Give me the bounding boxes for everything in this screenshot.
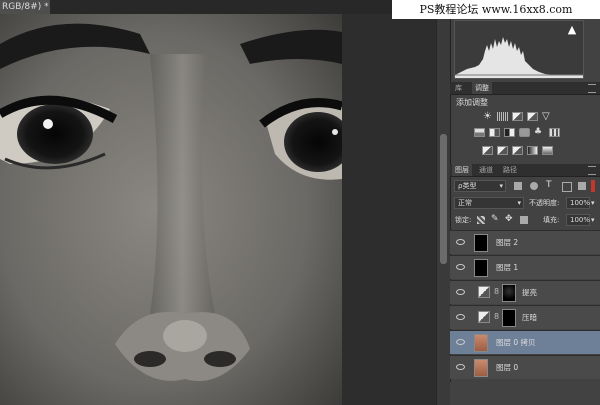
- curves-adjustment-icon: [478, 311, 490, 323]
- layer-name: 图层 2: [496, 238, 519, 247]
- invert-icon[interactable]: [482, 146, 493, 155]
- tab-adjustments[interactable]: 调整: [472, 82, 492, 94]
- threshold-icon[interactable]: [512, 146, 523, 155]
- hue-saturation-icon[interactable]: [474, 128, 485, 137]
- visibility-eye-icon[interactable]: [456, 239, 465, 245]
- layer-thumbnail: [474, 359, 488, 377]
- filter-shape-icon[interactable]: [562, 182, 572, 192]
- canvas[interactable]: [0, 14, 342, 405]
- black-white-icon[interactable]: [504, 128, 515, 137]
- fill-label: 填充:: [543, 216, 560, 224]
- chevron-down-icon: ▾: [517, 199, 521, 207]
- layer-name: 图层 0: [496, 363, 519, 372]
- filter-pixel-icon[interactable]: [514, 182, 522, 190]
- layer-thumbnail: [474, 259, 488, 277]
- face-photo: [0, 14, 342, 405]
- adjust-tab-row: 库 调整: [450, 82, 600, 95]
- photo-filter-icon[interactable]: [519, 128, 530, 137]
- brightness-icon[interactable]: ☀: [482, 112, 493, 122]
- tab-library[interactable]: 库: [452, 82, 465, 94]
- layer-mask-thumbnail[interactable]: [502, 284, 516, 302]
- filter-kind-select[interactable]: ρ类型 ▾: [454, 180, 506, 192]
- histogram-graph: [455, 37, 583, 78]
- curves-adjustment-icon: [478, 286, 490, 298]
- layer-mask-thumbnail[interactable]: [502, 309, 516, 327]
- filter-adjustment-icon[interactable]: [530, 182, 538, 190]
- opacity-input[interactable]: 100%: [566, 197, 590, 209]
- filter-toggle-icon[interactable]: [591, 180, 595, 192]
- visibility-eye-icon[interactable]: [456, 364, 465, 370]
- watermark: PS教程论坛 www.16xx8.com: [392, 0, 600, 19]
- chevron-down-icon[interactable]: ▾: [591, 215, 595, 225]
- lock-pixels-icon[interactable]: ✎: [491, 214, 499, 224]
- layer-row[interactable]: 8 提亮: [450, 280, 600, 304]
- color-lookup-icon[interactable]: [549, 128, 560, 137]
- visibility-eye-icon[interactable]: [456, 289, 465, 295]
- histogram: [454, 20, 584, 79]
- blend-mode-select[interactable]: 正常 ▾: [454, 197, 524, 209]
- layers-footer: [450, 382, 600, 405]
- canvas-gutter: [342, 14, 436, 405]
- visibility-eye-icon[interactable]: [456, 339, 465, 345]
- chevron-down-icon[interactable]: ▾: [591, 198, 595, 208]
- document-tab[interactable]: RGB/8#) *×: [0, 0, 50, 14]
- panel-menu-icon[interactable]: [588, 166, 596, 175]
- vibrance-icon[interactable]: ▽: [542, 112, 553, 122]
- color-balance-icon[interactable]: [489, 128, 500, 137]
- adjustments-title: 添加调整: [456, 98, 488, 107]
- document-tab-title: RGB/8#) *: [2, 2, 49, 12]
- layer-thumbnail: [474, 234, 488, 252]
- filter-smart-object-icon[interactable]: [578, 182, 586, 190]
- warning-icon[interactable]: ▲: [566, 24, 578, 36]
- layer-name: 图层 0 拷贝: [496, 338, 536, 347]
- levels-icon[interactable]: [497, 112, 508, 121]
- lock-all-icon[interactable]: [520, 216, 528, 224]
- fill-input[interactable]: 100%: [566, 214, 590, 226]
- lock-label: 锁定:: [455, 216, 472, 224]
- tab-channels[interactable]: 通道: [476, 164, 496, 176]
- layer-name: 图层 1: [496, 263, 519, 272]
- layer-thumbnail: [474, 334, 488, 352]
- curves-icon[interactable]: [512, 112, 523, 121]
- chevron-down-icon: ▾: [499, 182, 503, 190]
- filter-type-icon[interactable]: T: [546, 180, 552, 190]
- layers-tab-row: 图层 通道 路径: [450, 164, 600, 177]
- scrollbar-thumb[interactable]: [440, 134, 447, 264]
- link-icon[interactable]: 8: [494, 312, 499, 321]
- tab-layers[interactable]: 图层: [452, 164, 472, 176]
- layer-row[interactable]: 8 压暗: [450, 305, 600, 329]
- layer-row[interactable]: 图层 1: [450, 255, 600, 279]
- gradient-map-icon[interactable]: [527, 146, 538, 155]
- posterize-icon[interactable]: [497, 146, 508, 155]
- opacity-label: 不透明度:: [529, 199, 560, 207]
- channel-mixer-icon[interactable]: ♣: [534, 128, 545, 137]
- tab-paths[interactable]: 路径: [500, 164, 520, 176]
- vertical-scrollbar[interactable]: [437, 14, 450, 405]
- selective-color-icon[interactable]: [542, 146, 553, 155]
- visibility-eye-icon[interactable]: [456, 314, 465, 320]
- visibility-eye-icon[interactable]: [456, 264, 465, 270]
- lock-transparency-icon[interactable]: [477, 216, 485, 224]
- blend-mode-label: 正常: [458, 199, 472, 207]
- layer-row[interactable]: 图层 0: [450, 355, 600, 379]
- layer-row-selected[interactable]: 图层 0 拷贝: [450, 330, 600, 354]
- layer-name: 提亮: [522, 288, 537, 297]
- lock-position-icon[interactable]: ✥: [505, 214, 513, 224]
- panel-menu-icon[interactable]: [588, 84, 596, 93]
- layer-row[interactable]: 图层 2: [450, 230, 600, 254]
- link-icon[interactable]: 8: [494, 287, 499, 296]
- filter-kind-label: ρ类型: [458, 182, 477, 190]
- layer-name: 压暗: [522, 313, 537, 322]
- exposure-icon[interactable]: [527, 112, 538, 121]
